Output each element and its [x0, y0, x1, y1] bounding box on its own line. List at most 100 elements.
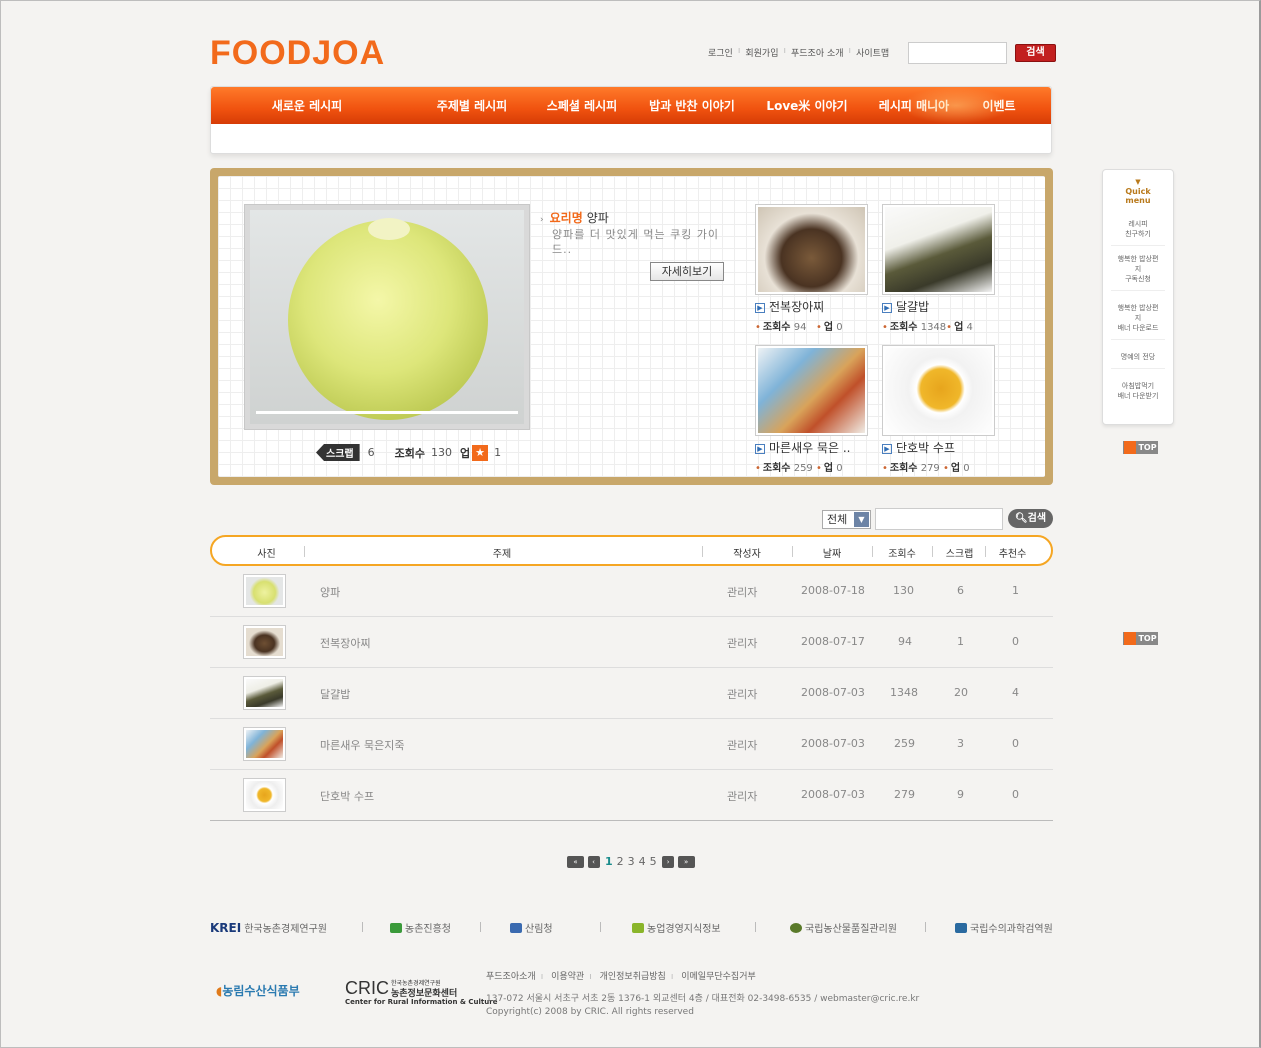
quick-item-hall-of-fame[interactable]: 명예의 전당 [1111, 340, 1165, 369]
quick-menu: ▼ Quick menu 레시피 친구하기 행복한 밥상편지 구독신청 행복한 밥상편지… [1102, 169, 1174, 425]
scrap-count: 6 [367, 446, 375, 459]
row-thumbnail[interactable] [243, 574, 286, 608]
footer-link-email-policy[interactable]: 이메일무단수집거부 [681, 972, 756, 982]
partner-nvrqs[interactable]: 국립수의과학검역원 [955, 920, 1053, 935]
thumb-meta-shrimp-porridge: • 조회수 259 • 업 0 [755, 463, 843, 474]
col-photo: 사진 [257, 549, 276, 560]
footer-link-terms[interactable]: 이용약관 [551, 972, 584, 982]
top-search-button[interactable]: 검색 [1015, 44, 1056, 62]
page-3[interactable]: 3 [628, 855, 635, 868]
row-scraps: 3 [957, 737, 964, 750]
row-subject[interactable]: 단호박 수프 [320, 788, 374, 804]
quick-item-subscribe[interactable]: 행복한 밥상편지 구독신청 [1111, 246, 1165, 291]
row-author: 관리자 [727, 790, 758, 803]
arrow-icon: › [540, 215, 544, 225]
table-bottom-line [210, 820, 1053, 821]
page-4[interactable]: 4 [639, 855, 646, 868]
partner-agrinet[interactable]: 농업경영지식정보 [632, 920, 721, 935]
partner-naqs[interactable]: 국립농산물품질관리원 [790, 920, 897, 935]
detail-button[interactable]: 자세히보기 [650, 262, 724, 281]
nav-item-special-recipes[interactable]: 스페셜 레시피 [537, 97, 627, 114]
row-date: 2008-07-03 [801, 788, 865, 801]
row-subject[interactable]: 양파 [320, 584, 340, 600]
row-author: 관리자 [727, 637, 758, 650]
col-views: 조회수 [888, 549, 916, 560]
ministry-logo[interactable]: ◖농림수산식품부 [216, 982, 300, 999]
partner-krei[interactable]: KREI 한국농촌경제연구원 [210, 920, 327, 935]
thumb-shrimp-porridge[interactable] [755, 345, 868, 436]
thumb-egg-rice[interactable] [882, 204, 995, 295]
thumb-pumpkin-soup[interactable] [882, 345, 995, 436]
thumb-title-egg-rice[interactable]: ▶ 달걀밥 [882, 298, 929, 315]
about-link[interactable]: 푸드조아 소개 [791, 46, 844, 59]
pagination: « ‹ 1 2 3 4 5 › » [567, 855, 695, 868]
row-views: 130 [893, 584, 914, 597]
featured-photo[interactable] [244, 204, 530, 430]
featured-recipe-panel: 스크랩 6 조회수 130 업 ★ 1 › 요리명 양파 양파를 더 맛있게 먹는 … [210, 168, 1053, 485]
row-views: 1348 [890, 686, 918, 699]
top-search-input[interactable] [908, 42, 1007, 64]
row-subject[interactable]: 달걀밥 [320, 686, 350, 702]
quick-item-breakfast-banner[interactable]: 아침밥먹기 배너 다운받기 [1111, 369, 1165, 407]
search-icon: 🔍︎ [1014, 513, 1028, 524]
featured-name[interactable]: 양파 [587, 211, 609, 225]
last-page-icon[interactable]: » [677, 855, 695, 868]
next-page-icon[interactable]: › [662, 855, 675, 868]
scrap-tag[interactable]: 스크랩 [316, 444, 360, 461]
row-subject[interactable]: 마른새우 묵은지죽 [320, 737, 404, 753]
footer-link-about[interactable]: 푸드조아소개 [486, 972, 536, 982]
onion-image [288, 218, 488, 420]
row-thumbnail[interactable] [243, 625, 286, 659]
page-1[interactable]: 1 [605, 855, 613, 868]
footer-link-privacy[interactable]: 개인정보취급방침 [600, 972, 666, 982]
table-row[interactable]: 양파 관리자 2008-07-18 130 6 1 [210, 566, 1053, 617]
table-row[interactable]: 전복장아찌 관리자 2008-07-17 94 1 0 [210, 617, 1053, 668]
partner-links: KREI 한국농촌경제연구원 농촌진흥청 산림청 농업경영지식정보 국립농산물품질… [210, 918, 1053, 936]
partner-rda[interactable]: 농촌진흥청 [390, 920, 451, 935]
col-recommends: 추천수 [998, 549, 1027, 560]
thumb-abalone[interactable] [755, 204, 868, 295]
top-button-quick[interactable]: TOP [1123, 441, 1158, 454]
list-search-button[interactable]: 🔍︎검색 [1008, 509, 1053, 528]
nav-item-theme-recipes[interactable]: 주제별 레시피 [427, 97, 517, 114]
list-filter-select[interactable]: 전체 ▼ [822, 510, 871, 529]
row-date: 2008-07-03 [801, 686, 865, 699]
quick-item-friend[interactable]: 레시피 친구하기 [1111, 205, 1165, 246]
row-thumbnail[interactable] [243, 727, 286, 761]
partner-forest[interactable]: 산림청 [510, 920, 553, 935]
prev-page-icon[interactable]: ‹ [587, 855, 600, 868]
row-subject[interactable]: 전복장아찌 [320, 635, 371, 651]
col-author: 작성자 [733, 549, 761, 560]
table-header: 사진 주제 작성자 날짜 조회수 스크랩 추천수 [210, 535, 1053, 566]
thumb-title-pumpkin-soup[interactable]: ▶ 단호박 수프 [882, 439, 955, 456]
table-row[interactable]: 달걀밥 관리자 2008-07-03 1348 20 4 [210, 668, 1053, 719]
table-row[interactable]: 단호박 수프 관리자 2008-07-03 279 9 0 [210, 770, 1053, 821]
view-label: 조회수 [394, 446, 425, 460]
page-5[interactable]: 5 [650, 855, 657, 868]
sitemap-link[interactable]: 사이트맵 [856, 46, 889, 59]
login-link[interactable]: 로그인 [708, 46, 733, 59]
signup-link[interactable]: 회원가입 [745, 46, 778, 59]
row-views: 279 [894, 788, 915, 801]
star-up-icon[interactable]: ★ [472, 444, 489, 461]
main-nav: 새로운 레시피 주제별 레시피 스페셜 레시피 밥과 반찬 이야기 Love米 … [211, 87, 1051, 124]
chevron-down-icon[interactable]: ▼ [854, 512, 869, 527]
top-button-list[interactable]: TOP [1123, 632, 1158, 645]
nav-item-new-recipes[interactable]: 새로운 레시피 [211, 97, 403, 114]
table-row[interactable]: 마른새우 묵은지죽 관리자 2008-07-03 259 3 0 [210, 719, 1053, 770]
thumb-title-shrimp-porridge[interactable]: ▶ 마른새우 묵은 .. [755, 439, 851, 456]
page-2[interactable]: 2 [617, 855, 624, 868]
nav-item-rice-sidedish[interactable]: 밥과 반찬 이야기 [642, 97, 742, 114]
row-thumbnail[interactable] [243, 778, 286, 812]
row-thumbnail[interactable] [243, 676, 286, 710]
row-author: 관리자 [727, 688, 758, 701]
thumb-title-abalone[interactable]: ▶ 전복장아찌 [755, 298, 824, 315]
list-search-input[interactable] [875, 508, 1003, 530]
quick-item-banner-download[interactable]: 행복한 밥상편지 배너 다운로드 [1111, 291, 1165, 340]
thumb-meta-egg-rice: • 조회수 1348• 업 4 [882, 322, 973, 333]
cric-logo[interactable]: CRIC 한국농촌경제연구원 농촌정보문화센터 Center for Rural… [345, 978, 497, 1006]
footer-links: 푸드조아소개 ı 이용약관 ı 개인정보취급방침 ı 이메일무단수집거부 [486, 972, 756, 982]
nav-item-love-rice[interactable]: Love米 이야기 [757, 97, 857, 114]
first-page-icon[interactable]: « [567, 855, 584, 868]
site-logo[interactable]: FOODJOA [210, 34, 385, 73]
